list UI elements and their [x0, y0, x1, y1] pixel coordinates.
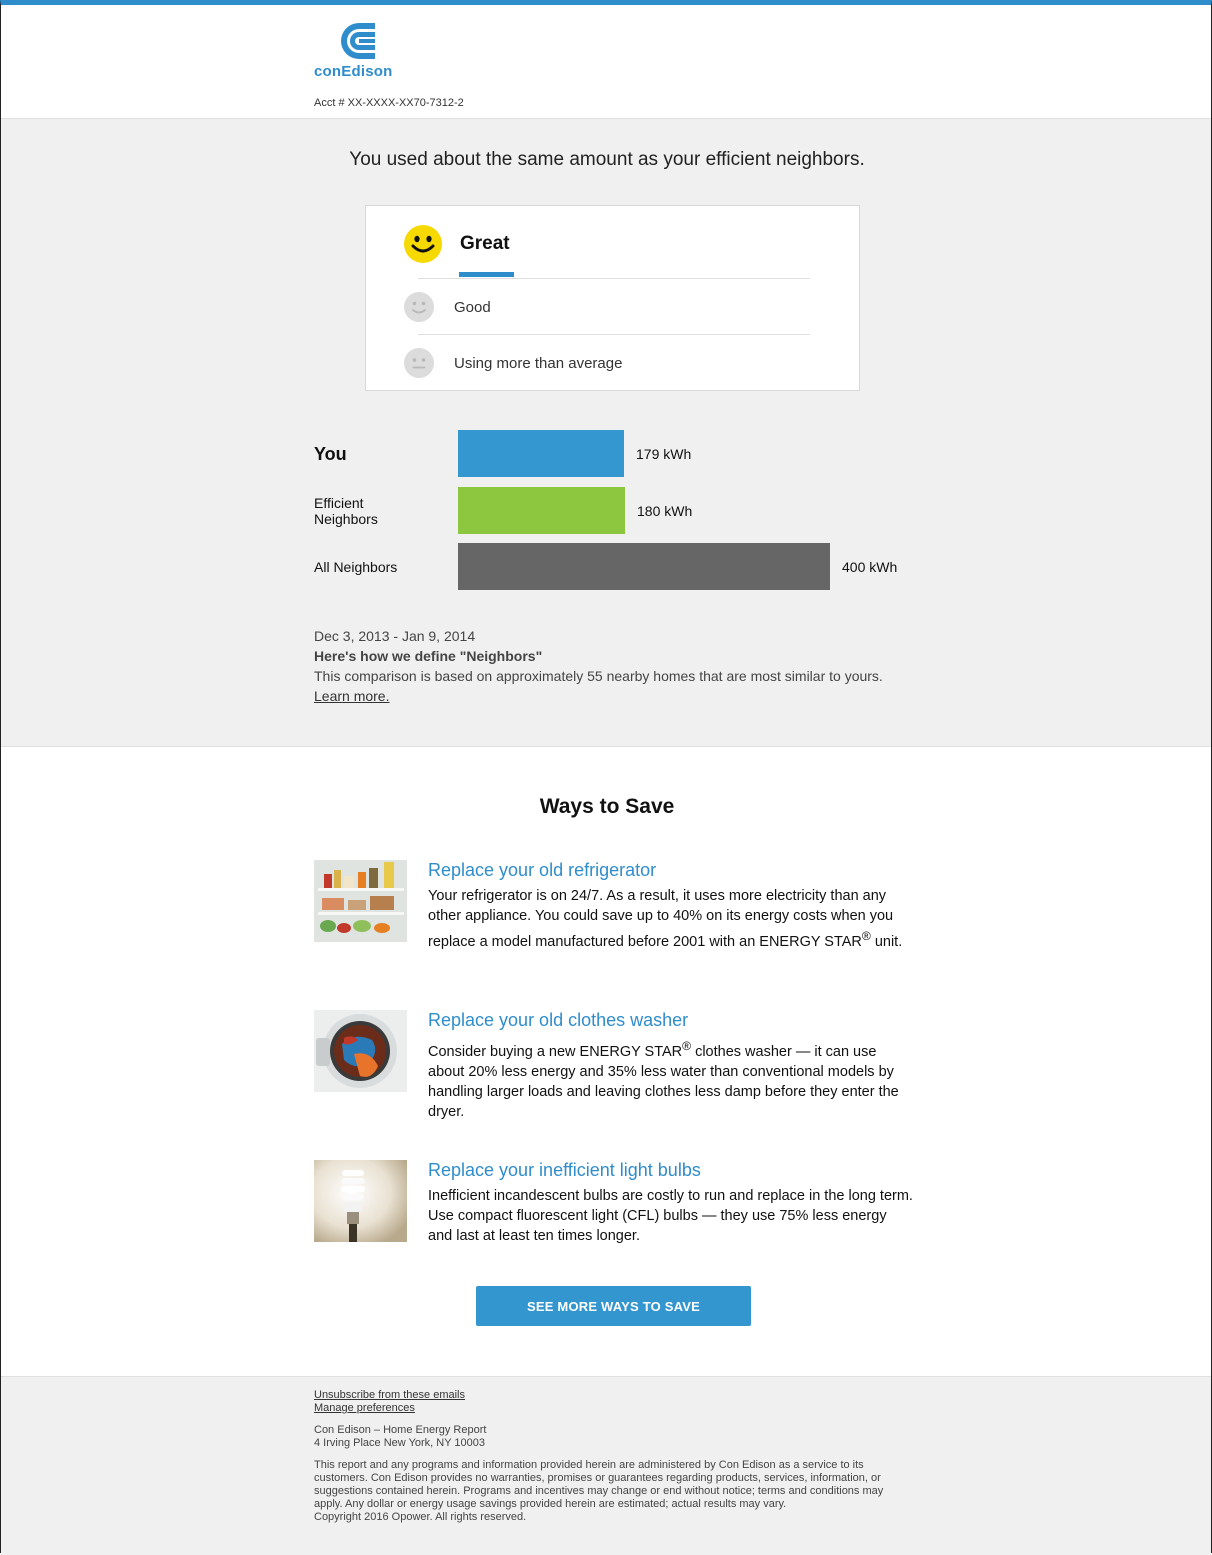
comparison-headline: You used about the same amount as your e…	[349, 149, 865, 170]
tip-clothes-washer-title[interactable]: Replace your old clothes washer	[428, 1010, 913, 1031]
rating-good: Good	[404, 292, 491, 322]
neighbors-definition: Dec 3, 2013 - Jan 9, 2014 Here's how we …	[314, 626, 894, 706]
neighbors-definition-title: Here's how we define "Neighbors"	[314, 648, 543, 664]
footer-address: 4 Irving Place New York, NY 10003	[314, 1437, 486, 1449]
rating-active-marker	[459, 272, 514, 277]
tip-light-bulbs-text: Inefficient incandescent bulbs are costl…	[428, 1188, 913, 1244]
usage-row-all-neighbors: All Neighbors 400 kWh	[314, 543, 934, 590]
footer-company: Con Edison – Home Energy Report	[314, 1424, 487, 1436]
tip-clothes-washer-text: Consider buying a new ENERGY STAR® cloth…	[428, 1039, 899, 1120]
see-more-ways-button[interactable]: SEE MORE WAYS TO SAVE	[476, 1286, 751, 1326]
rating-label-good: Good	[454, 298, 491, 316]
tip-refrigerator-body: Replace your old refrigerator Your refri…	[428, 860, 913, 952]
refrigerator-photo	[314, 860, 407, 942]
tip-refrigerator-text: Your refrigerator is on 24/7. As a resul…	[428, 888, 903, 950]
email-header: conEdison Acct # XX-XXXX-XX70-7312-2	[1, 5, 1211, 119]
comparison-section: You used about the same amount as your e…	[1, 119, 1211, 747]
email-frame: conEdison Acct # XX-XXXX-XX70-7312-2 You…	[0, 0, 1212, 1555]
email-footer: Unsubscribe from these emails Manage pre…	[1, 1377, 1211, 1555]
rating-label-great: Great	[460, 233, 510, 254]
conedison-logo[interactable]: conEdison	[314, 21, 404, 83]
tip-light-bulbs-title[interactable]: Replace your inefficient light bulbs	[428, 1160, 913, 1181]
date-range: Dec 3, 2013 - Jan 9, 2014	[314, 628, 476, 644]
account-number: Acct # XX-XXXX-XX70-7312-2	[314, 97, 464, 109]
usage-bar-efficient-neighbors	[458, 487, 625, 534]
unsubscribe-link[interactable]: Unsubscribe from these emails	[314, 1389, 914, 1402]
neutral-face-icon	[404, 348, 434, 378]
usage-value-all-neighbors: 400 kWh	[842, 558, 898, 575]
usage-value-efficient-neighbors: 180 kWh	[637, 502, 693, 519]
cfl-bulb-photo	[314, 1160, 407, 1242]
ways-to-save-title: Ways to Save	[539, 795, 675, 818]
usage-bar-chart: You 179 kWh Efficient Neighbors 180 kWh …	[314, 426, 934, 596]
tip-light-bulbs-body: Replace your inefficient light bulbs Ine…	[428, 1160, 913, 1246]
rating-divider	[418, 278, 810, 279]
washer-photo	[314, 1010, 407, 1092]
footer-copyright: Copyright 2016 Opower. All rights reserv…	[314, 1511, 527, 1523]
rating-card: Great Good Using more than average	[365, 205, 860, 391]
conedison-logo-icon	[341, 23, 375, 59]
usage-value-you: 179 kWh	[636, 445, 692, 462]
usage-bar-all-neighbors	[458, 543, 830, 590]
tip-clothes-washer-body: Replace your old clothes washer Consider…	[428, 1010, 913, 1122]
rating-above-average: Using more than average	[404, 348, 622, 378]
usage-row-you: You 179 kWh	[314, 430, 934, 477]
manage-preferences-link[interactable]: Manage preferences	[314, 1402, 914, 1415]
usage-label-you: You	[314, 443, 347, 464]
usage-bar-you	[458, 430, 624, 477]
footer-disclaimer: This report and any programs and informa…	[314, 1459, 884, 1510]
usage-row-efficient-neighbors: Efficient Neighbors 180 kWh	[314, 487, 934, 534]
rating-divider	[418, 334, 810, 335]
footer-content: Unsubscribe from these emails Manage pre…	[314, 1389, 914, 1524]
rating-label-above-average: Using more than average	[454, 354, 623, 372]
usage-label-all-neighbors: All Neighbors	[314, 558, 398, 575]
usage-label-efficient-neighbors: Efficient Neighbors	[314, 494, 378, 527]
ways-to-save-section: Ways to Save Replace your old refrigerat…	[1, 747, 1211, 1377]
learn-more-link[interactable]: Learn more.	[314, 688, 389, 704]
tip-refrigerator-title[interactable]: Replace your old refrigerator	[428, 860, 913, 881]
rating-great: Great	[404, 225, 510, 263]
logo-wordmark: conEdison	[314, 63, 393, 80]
neighbors-definition-text: This comparison is based on approximatel…	[314, 668, 883, 684]
smile-face-icon	[404, 292, 434, 322]
happy-face-icon	[404, 225, 442, 263]
